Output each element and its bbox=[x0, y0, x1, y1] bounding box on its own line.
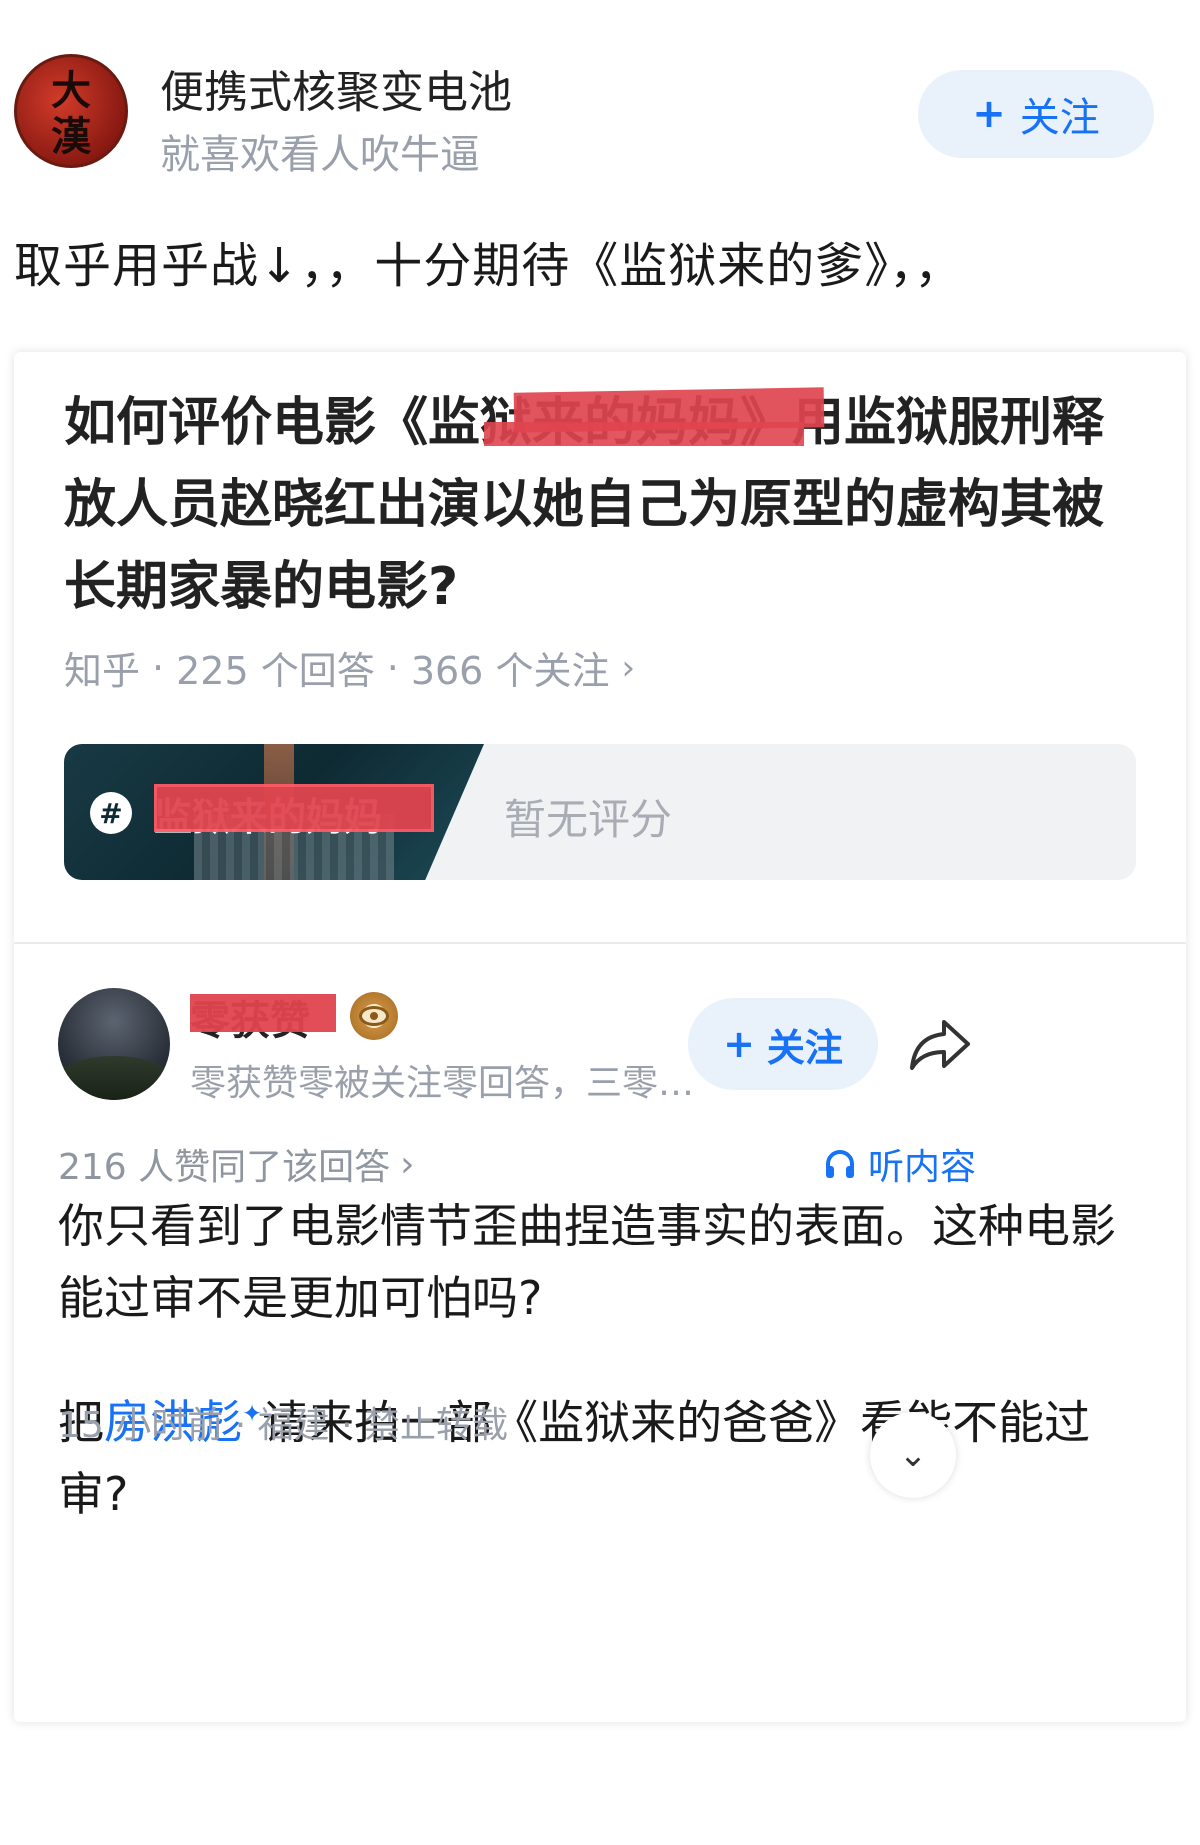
share-icon[interactable] bbox=[904, 1008, 976, 1080]
meta-source: 知乎 bbox=[64, 649, 141, 693]
answer-paragraph: 你只看到了电影情节歪曲捏造事实的表面。这种电影能过审不是更加可怕吗? bbox=[58, 1199, 1116, 1325]
expand-down-icon[interactable]: ⌄ bbox=[870, 1412, 956, 1498]
poster-name[interactable]: 便携式核聚变电池 bbox=[160, 56, 512, 120]
meta-followers: 366 个关注 bbox=[410, 649, 610, 693]
answer-author-avatar[interactable] bbox=[58, 988, 170, 1100]
avatar-glyph-bottom: 漢 bbox=[51, 113, 91, 160]
avatar-glyph-top: 大 bbox=[51, 67, 91, 114]
plus-icon: + bbox=[723, 1022, 755, 1066]
answer-follow-button[interactable]: + 关注 bbox=[688, 998, 878, 1090]
meta-answers: 225 个回答 bbox=[176, 649, 375, 693]
listen-label: 听内容 bbox=[868, 1147, 977, 1188]
meta-separator: · bbox=[152, 645, 165, 690]
headphones-icon bbox=[826, 1150, 854, 1178]
topic-bar[interactable]: # 监狱来的妈妈 暂无评分 bbox=[64, 744, 1136, 880]
answer-repost-policy: 禁止转载 bbox=[363, 1405, 508, 1446]
plus-icon: + bbox=[972, 91, 1006, 137]
answer-body: 你只看到了电影情节歪曲捏造事实的表面。这种电影能过审不是更加可怕吗? 把房洪彪✦… bbox=[58, 1190, 1148, 1574]
redaction-mark bbox=[154, 784, 434, 832]
hashtag-icon: # bbox=[90, 792, 132, 834]
follow-label: 关注 bbox=[766, 1025, 843, 1070]
meta-separator: · bbox=[386, 645, 399, 690]
redaction-mark bbox=[190, 994, 336, 1032]
chevron-right-icon: › bbox=[400, 1143, 415, 1185]
answer-time: 15 小时前 bbox=[58, 1405, 224, 1446]
vote-count-text: 216 人赞同了该回答 bbox=[58, 1147, 391, 1188]
poster-signature: 就喜欢看人吹牛逼 bbox=[160, 132, 480, 178]
answer-location: 福建 bbox=[257, 1405, 330, 1446]
listen-button[interactable]: 听内容 bbox=[822, 1138, 976, 1190]
divider bbox=[14, 942, 1186, 944]
answer-author-description: 零获赞零被关注零回答，三零… bbox=[190, 1063, 695, 1104]
vote-count[interactable]: 216 人赞同了该回答 › bbox=[58, 1138, 415, 1190]
answer-footer-meta: 15 小时前 · 福建 · 禁止转载 bbox=[58, 1405, 508, 1446]
chevron-right-icon: › bbox=[621, 647, 636, 688]
poster-avatar[interactable]: 大 漢 bbox=[14, 54, 128, 168]
post-text: 取乎用乎战↓，，十分期待《监狱来的爹》，， bbox=[14, 238, 964, 294]
eye-badge-icon bbox=[350, 992, 398, 1040]
question-meta[interactable]: 知乎 · 225 个回答 · 366 个关注 › bbox=[64, 640, 635, 695]
follow-label: 关注 bbox=[1019, 95, 1100, 141]
embedded-screenshot-card: 如何评价电影《监狱来的妈妈》用监狱服刑释放人员赵晓红出演以她自己为原型的虚构其被… bbox=[14, 352, 1186, 1722]
redaction-mark bbox=[484, 422, 804, 446]
topic-rating: 暂无评分 bbox=[504, 795, 673, 844]
follow-button[interactable]: + 关注 bbox=[918, 70, 1154, 158]
